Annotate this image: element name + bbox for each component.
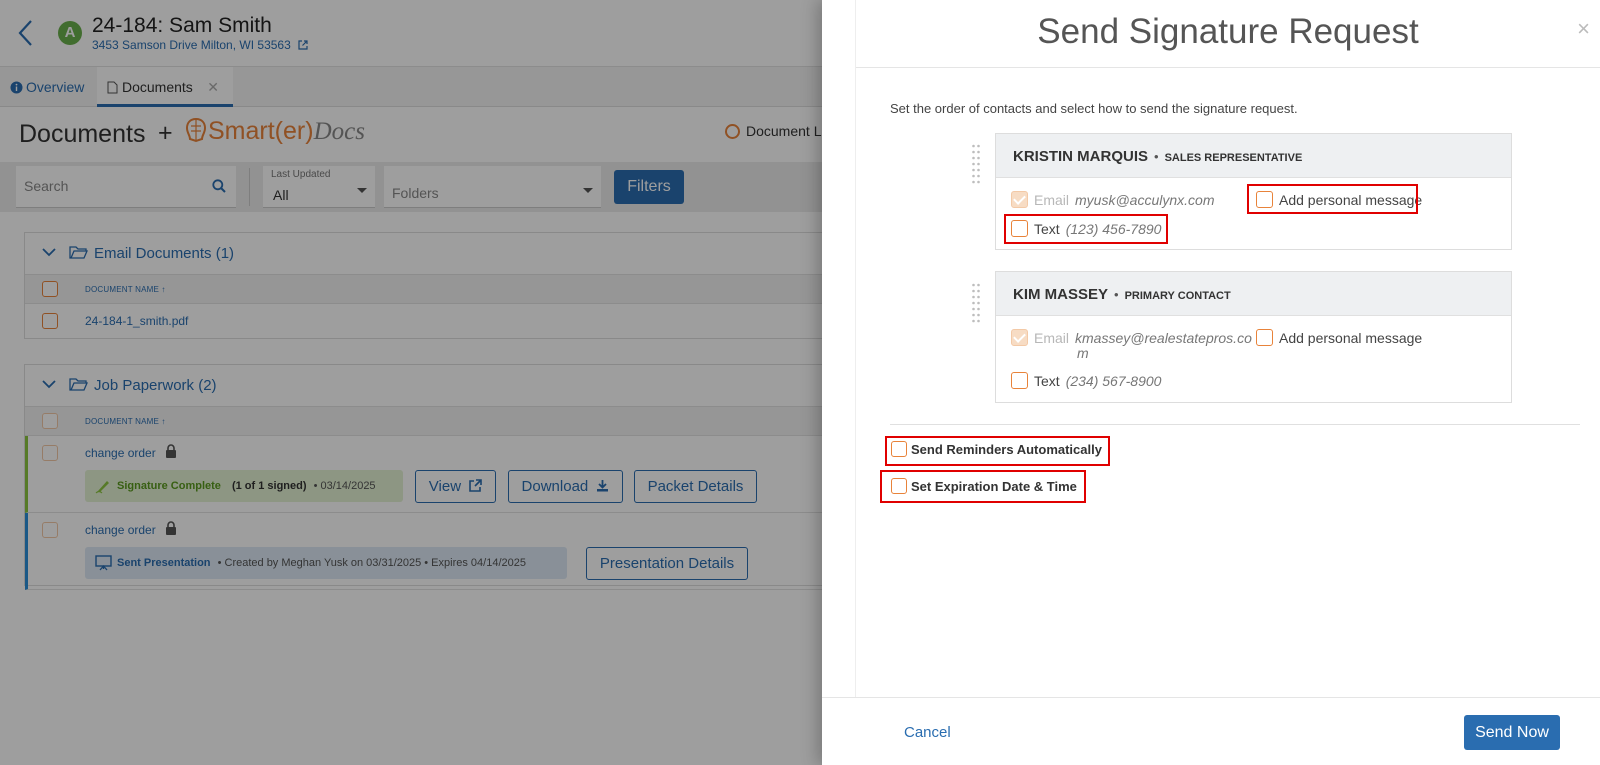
modal-header: Send Signature Request × [856,0,1600,68]
personal-message-checkbox[interactable] [1256,329,1273,346]
drag-handle-icon[interactable] [971,143,981,187]
options-divider [890,424,1580,425]
contact-card: KIM MASSEY • PRIMARY CONTACT Email kmassey@… [995,271,1512,403]
email-option: Email kmassey@realestatepros.co [1011,329,1252,346]
email-value-continued: m [1077,345,1089,361]
phone-value: (234) 567-8900 [1065,373,1162,389]
modal-instructions: Set the order of contacts and select how… [890,101,1298,116]
close-icon[interactable]: × [1577,16,1590,42]
contact-name: KIM MASSEY [1013,286,1109,303]
text-checkbox[interactable] [1011,372,1028,389]
email-value-wrap: m [1071,345,1089,361]
personal-message-label: Add personal message [1279,330,1423,346]
drag-handle-icon[interactable] [971,282,981,326]
personal-message-option[interactable]: Add personal message [1256,329,1422,346]
text-option[interactable]: Text (234) 567-8900 [1011,372,1161,389]
send-now-button[interactable]: Send Now [1464,715,1560,750]
highlight-box [880,470,1086,503]
highlight-box [1247,184,1418,214]
separator-dot: • [1114,287,1119,302]
email-option: Email myusk@acculynx.com [1011,191,1214,208]
text-label: Text [1034,373,1060,389]
modal-footer: Cancel Send Now [822,697,1600,765]
highlight-box [885,436,1110,466]
email-checkbox [1011,191,1028,208]
email-value: kmassey@realestatepros.co [1075,330,1252,346]
cancel-button[interactable]: Cancel [904,724,951,741]
separator-dot: • [1154,149,1159,164]
email-label: Email [1034,330,1070,346]
email-checkbox [1011,329,1028,346]
email-label: Email [1034,192,1070,208]
contact-header: KRISTIN MARQUIS • SALES REPRESENTATIVE [996,134,1511,178]
contact-header: KIM MASSEY • PRIMARY CONTACT [996,272,1511,316]
modal-side-strip [822,0,856,765]
highlight-box [1004,214,1168,244]
contact-role: PRIMARY CONTACT [1124,290,1231,302]
modal-title: Send Signature Request [1037,12,1419,51]
contact-role: SALES REPRESENTATIVE [1164,152,1303,164]
email-value: myusk@acculynx.com [1075,192,1215,208]
contact-name: KRISTIN MARQUIS [1013,148,1148,165]
